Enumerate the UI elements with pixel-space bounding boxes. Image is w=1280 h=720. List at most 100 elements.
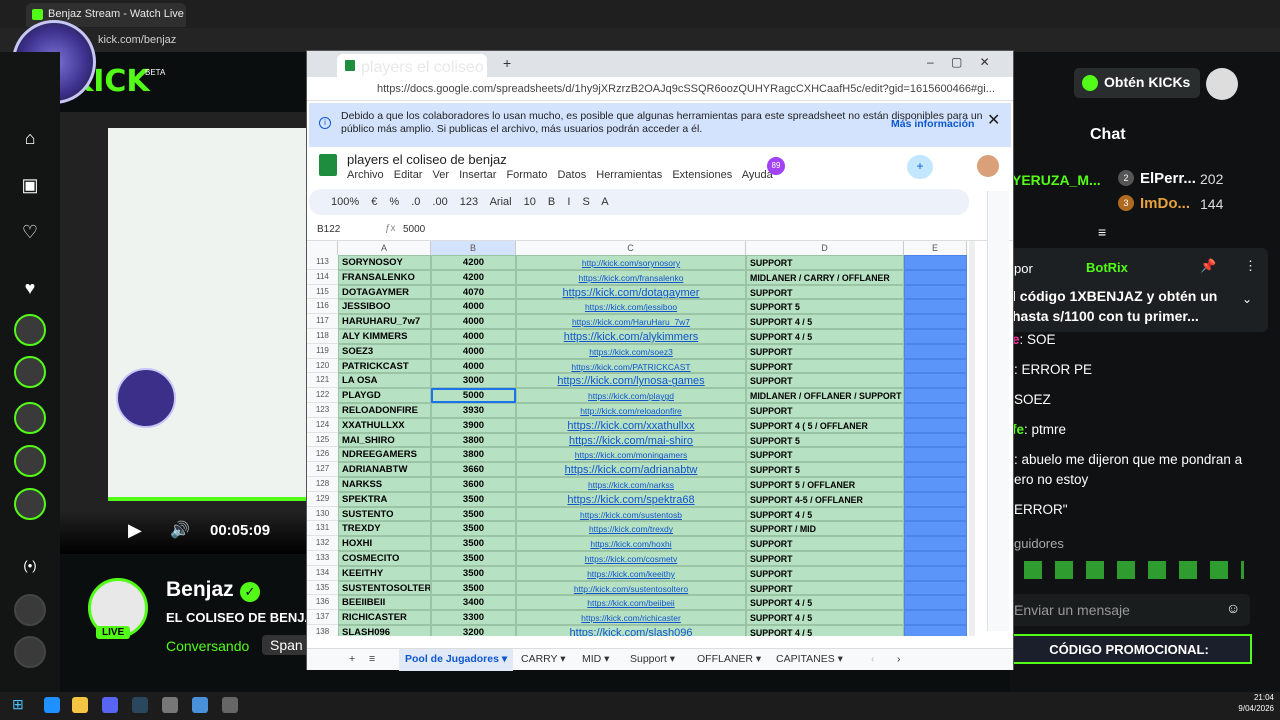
table-row[interactable]: 115 DOTAGAYMER 4070 https://kick.com/dotaga… [307,284,967,300]
role-cell[interactable]: SUPPORT [746,565,904,581]
following-icon[interactable]: ♡ [18,222,42,246]
table-row[interactable]: 131 TREXDY 3500 https://kick.com/trexdy SUPP… [307,521,967,537]
table-row[interactable]: 119 SOEZ3 4000 https://kick.com/soez3 SUPPOR… [307,343,967,359]
player-name-cell[interactable]: SUSTENTOSOLTERO [338,580,431,596]
empty-cell[interactable] [904,595,967,611]
avatar[interactable]: 89 [767,157,785,175]
empty-cell[interactable] [904,299,967,315]
sheets-toolbar[interactable]: 100% € % .0 .00 123 Arial 10 B I S A [309,189,969,215]
mmr-cell[interactable]: 3600 [431,477,516,492]
empty-cell[interactable] [904,403,967,418]
avatar[interactable] [14,314,46,346]
row-number[interactable]: 115 [307,284,338,300]
role-cell[interactable]: SUPPORT 4-5 / OFFLANER [746,491,904,507]
vertical-scrollbar[interactable] [969,241,975,636]
player-name-cell[interactable]: SPEKTRA [338,491,431,507]
share-icon[interactable]: + [907,155,933,179]
kick-link-cell[interactable]: https://kick.com/trexdy [516,521,746,537]
empty-cell[interactable] [904,358,967,374]
kick-link-cell[interactable]: http://kick.com/sorynosory [516,255,746,270]
row-number[interactable]: 127 [307,462,338,477]
empty-cell[interactable] [904,551,967,566]
kick-link-cell[interactable]: https://kick.com/slash096 [516,625,746,636]
live-channels-icon[interactable]: (•) [18,558,42,582]
row-number[interactable]: 119 [307,343,338,359]
empty-cell[interactable] [904,536,967,551]
kick-link-cell[interactable]: https://kick.com/fransalenko [516,269,746,285]
close-icon[interactable]: ✕ [987,113,1000,129]
mmr-cell[interactable]: 3500 [431,536,516,551]
player-name-cell[interactable]: FRANSALENKO [338,269,431,285]
player-name-cell[interactable]: DOTAGAYMER [338,284,431,300]
steam-icon[interactable] [132,697,148,713]
role-cell[interactable]: SUPPORT [746,284,904,300]
role-cell[interactable]: SUPPORT 4 / 5 [746,595,904,611]
more-options-icon[interactable]: ⋮ [1244,258,1257,274]
language-tag[interactable]: Span [262,635,311,655]
empty-cell[interactable] [904,314,967,329]
mmr-cell[interactable]: 4000 [431,329,516,344]
table-row[interactable]: 135 SUSTENTOSOLTERO 3500 http://kick.com/su… [307,580,967,596]
empty-cell[interactable] [904,432,967,448]
kick-link-cell[interactable]: https://kick.com/spektra68 [516,491,746,507]
kick-link-cell[interactable]: https://kick.com/sustentosb [516,506,746,522]
mmr-cell[interactable]: 4000 [431,299,516,315]
kick-link-cell[interactable]: https://kick.com/richicaster [516,610,746,625]
row-number[interactable]: 134 [307,565,338,581]
table-row[interactable]: 122 PLAYGD 5000 https://kick.com/playgd MIDL… [307,388,967,403]
kick-link-cell[interactable]: https://kick.com/moningamers [516,447,746,463]
player-name-cell[interactable]: BEEIIBEII [338,595,431,611]
table-row[interactable]: 117 HARUHARU_7w7 4000 https://kick.com/Haru… [307,314,967,329]
streamer-name[interactable]: Benjaz [166,578,234,602]
role-cell[interactable]: SUPPORT [746,580,904,596]
kick-link-cell[interactable]: https://kick.com/playgd [516,388,746,403]
table-row[interactable]: 138 SLASH096 3200 https://kick.com/slash096… [307,625,967,636]
windows-start-icon[interactable]: ⊞ [12,696,28,712]
kick-link-cell[interactable]: https://kick.com/lynosa-games [516,373,746,389]
chevron-right-icon[interactable]: › [897,653,901,665]
sheet-tab[interactable]: CARRY ▾ [521,653,566,665]
table-row[interactable]: 120 PATRICKCAST 4000 https://kick.com/PATRI… [307,358,967,374]
kick-link-cell[interactable]: https://kick.com/cosmetv [516,551,746,566]
empty-cell[interactable] [904,462,967,477]
mmr-cell[interactable]: 3200 [431,625,516,636]
empty-cell[interactable] [904,625,967,636]
player-name-cell[interactable]: PLAYGD [338,388,431,403]
mmr-cell[interactable]: 3500 [431,565,516,581]
mmr-cell[interactable]: 3660 [431,462,516,477]
kick-link-cell[interactable]: http://kick.com/reloadonfire [516,403,746,418]
table-row[interactable]: 123 RELOADONFIRE 3930 http://kick.com/reloa… [307,403,967,418]
column-header[interactable]: B [431,241,516,255]
empty-cell[interactable] [904,447,967,463]
name-box[interactable]: B122 [317,224,340,235]
empty-cell[interactable] [904,284,967,300]
player-name-cell[interactable]: RELOADONFIRE [338,403,431,418]
table-row[interactable]: 132 HOXHI 3500 https://kick.com/hoxhi SUPPOR… [307,536,967,551]
empty-cell[interactable] [904,388,967,403]
row-number[interactable]: 125 [307,432,338,448]
player-name-cell[interactable]: NARKSS [338,477,431,492]
user-avatar[interactable] [1206,68,1238,100]
role-cell[interactable]: SUPPORT [746,373,904,389]
pinned-user[interactable]: BotRix [1086,260,1128,275]
table-row[interactable]: 136 BEEIIBEII 3400 https://kick.com/beiibei… [307,595,967,611]
row-number[interactable]: 135 [307,580,338,596]
sheet-tab-active[interactable]: Pool de Jugadores ▾ [399,649,514,671]
avatar[interactable] [977,155,999,177]
column-header[interactable]: E [904,241,967,255]
browse-icon[interactable]: ▣ [18,175,42,199]
table-row[interactable]: 128 NARKSS 3600 https://kick.com/narkss SUPP… [307,477,967,492]
empty-cell[interactable] [904,329,967,344]
column-header[interactable]: C [516,241,746,255]
player-name-cell[interactable]: HARUHARU_7w7 [338,314,431,329]
mmr-cell[interactable]: 4070 [431,284,516,300]
kick-link-cell[interactable]: https://kick.com/xxathullxx [516,417,746,433]
play-icon[interactable]: ▶ [128,520,142,541]
sheets-address-bar[interactable]: https://docs.google.com/spreadsheets/d/1… [307,77,1013,101]
mmr-cell[interactable]: 3800 [431,432,516,448]
player-name-cell[interactable]: LA OSA [338,373,431,389]
mmr-cell[interactable]: 4000 [431,343,516,359]
emote-row[interactable] [1024,561,1244,579]
empty-cell[interactable] [904,477,967,492]
row-number[interactable]: 118 [307,329,338,344]
